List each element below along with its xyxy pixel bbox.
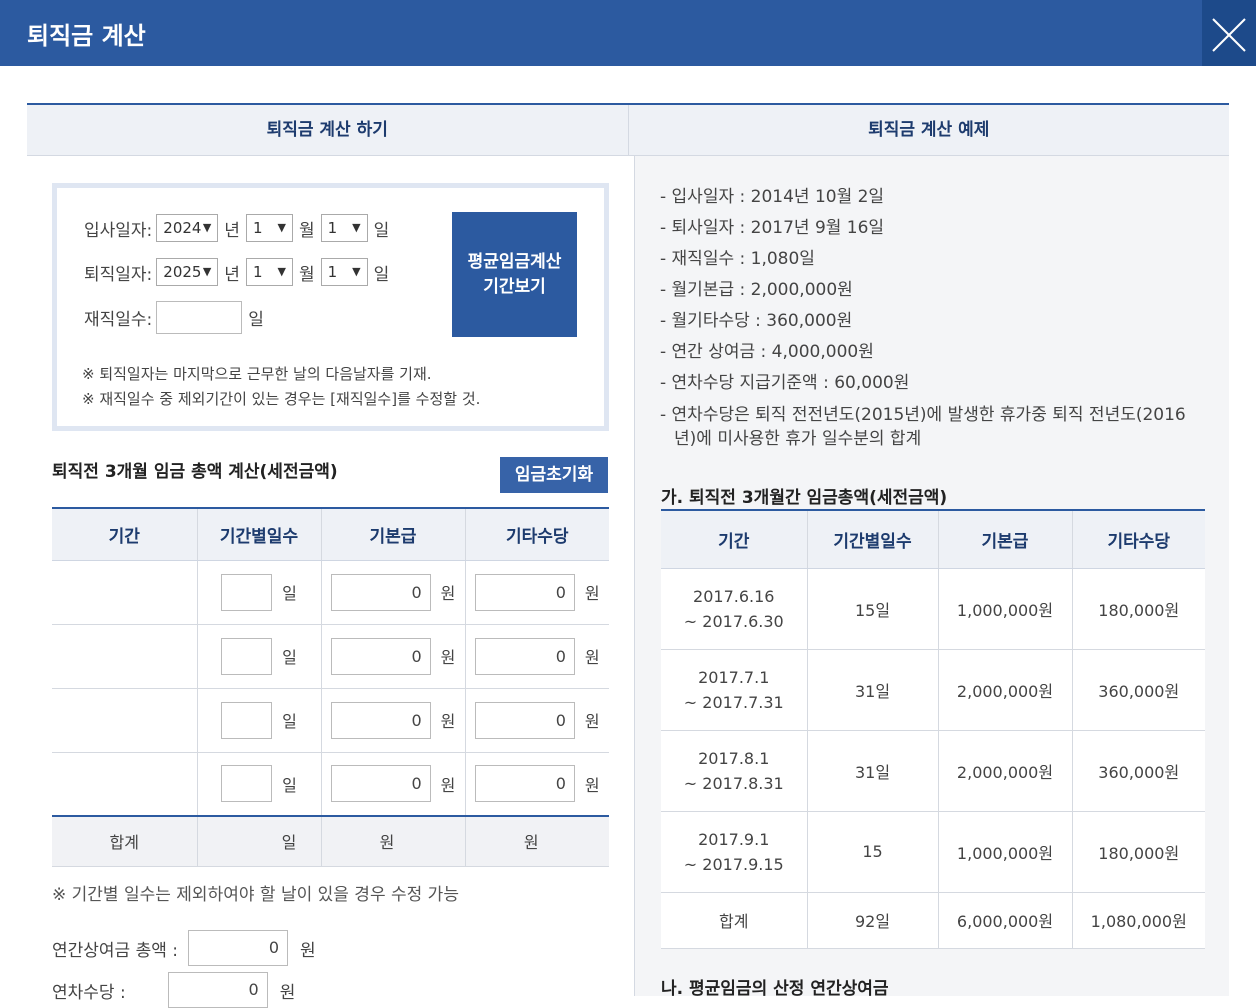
- table-row: 2017.8.1 ~ 2017.8.31 31일 2,000,000원 360,0…: [661, 730, 1205, 812]
- calculator-panel: 입사일자: 2024 ▼ 년 1 ▼ 월 1 ▼ 일 퇴직일자: 2025 ▼ 년 1 ▼…: [27, 156, 634, 1008]
- leave-pay-label: 연차수당 :: [52, 982, 126, 1003]
- sum-row: 합계 92일 6,000,000원 1,080,000원: [661, 892, 1205, 949]
- table-row: 일 0원 0원: [52, 688, 609, 753]
- list-item: - 월기타수당 : 360,000원: [660, 311, 853, 331]
- col-days: 기간별일수: [196, 507, 321, 561]
- close-icon: [1212, 18, 1246, 52]
- chevron-down-icon: ▼: [352, 221, 361, 234]
- leave-date-row: 퇴직일자: 2025 ▼ 년 1 ▼ 월 1 ▼ 일: [84, 256, 395, 288]
- modal-header: 퇴직금 계산: [0, 0, 1256, 66]
- days-input[interactable]: [221, 637, 273, 675]
- sum-row: 합계 일 원 원: [52, 815, 609, 867]
- example-list: - 입사일자 : 2014년 10월 2일 - 퇴사일자 : 2017년 9월 …: [660, 182, 1205, 451]
- chevron-down-icon: ▼: [277, 221, 286, 234]
- wage-table: 기간 기간별일수 기본급 기타수당 일 0원 0원 일 0원 0원 일 0원 0…: [52, 507, 609, 867]
- bonus-label: 연간상여금 총액 :: [52, 940, 179, 961]
- tab-bar: 퇴직금 계산 하기 퇴직금 계산 예제: [27, 103, 1229, 156]
- list-item: - 입사일자 : 2014년 10월 2일: [660, 187, 885, 207]
- sum-base: 원: [320, 815, 465, 867]
- table-row: 2017.9.1 ~ 2017.9.15 15 1,000,000원 180,00…: [661, 811, 1205, 893]
- chevron-down-icon: ▼: [202, 265, 212, 278]
- tab-example[interactable]: 퇴직금 계산 예제: [627, 105, 1229, 156]
- table-row: 일 0원 0원: [52, 752, 609, 817]
- days-input[interactable]: [221, 701, 273, 739]
- tenure-row: 재직일수: 일: [84, 300, 270, 334]
- leave-pay-input[interactable]: 0: [167, 972, 268, 1008]
- hire-day-select[interactable]: 1 ▼: [320, 214, 368, 242]
- col-days: 기간별일수: [806, 509, 938, 569]
- days-input[interactable]: [221, 765, 273, 803]
- base-input[interactable]: 0: [330, 637, 431, 675]
- other-input[interactable]: 0: [474, 637, 575, 675]
- leave-pay-row: 연차수당 : 0 원: [52, 972, 295, 1008]
- list-item: - 연간 상여금 : 4,000,000원: [660, 342, 874, 362]
- period-cell: [52, 752, 197, 817]
- period-cell: [52, 560, 197, 625]
- note-tenure: ※ 재직일수 중 제외기간이 있는 경우는 [재직일수]를 수정할 것.: [82, 390, 481, 408]
- example-section-a-title: 가. 퇴직전 3개월간 임금총액(세전금액): [661, 488, 948, 508]
- list-item: - 연차수당은 퇴직 전전년도(2015년)에 발생한 휴가중 퇴직 전년도(2…: [660, 405, 1186, 449]
- note-leave-date: ※ 퇴직일자는 마지막으로 근무한 날의 다음날자를 기재.: [82, 365, 432, 383]
- view-average-wage-period-button[interactable]: 평균임금계산 기간보기: [452, 212, 577, 337]
- leave-month-select[interactable]: 1 ▼: [245, 258, 293, 286]
- wage-section-title: 퇴직전 3개월 임금 총액 계산(세전금액): [52, 462, 338, 482]
- list-item: - 재직일수 : 1,080일: [660, 249, 815, 269]
- table-row: 일 0원 0원: [52, 624, 609, 689]
- list-item: - 월기본급 : 2,000,000원: [660, 280, 853, 300]
- table-row: 2017.7.1 ~ 2017.7.31 31일 2,000,000원 360,0…: [661, 649, 1205, 731]
- other-input[interactable]: 0: [474, 573, 575, 611]
- sum-days: 일: [196, 815, 321, 867]
- chevron-down-icon: ▼: [352, 265, 361, 278]
- period-cell: [52, 688, 197, 753]
- base-input[interactable]: 0: [330, 765, 431, 803]
- sum-other: 원: [464, 815, 609, 867]
- period-days-note: ※ 기간별 일수는 제외하여야 할 날이 있을 경우 수정 가능: [52, 885, 459, 905]
- leave-day-select[interactable]: 1 ▼: [320, 258, 368, 286]
- bonus-row: 연간상여금 총액 : 0 원: [52, 930, 316, 966]
- list-item: - 퇴사일자 : 2017년 9월 16일: [660, 218, 885, 238]
- tab-calculate[interactable]: 퇴직금 계산 하기: [27, 105, 628, 156]
- days-input[interactable]: [221, 573, 273, 611]
- table-row: 일 0원 0원: [52, 560, 609, 625]
- other-input[interactable]: 0: [474, 701, 575, 739]
- close-button[interactable]: [1202, 0, 1256, 66]
- hire-date-label: 입사일자:: [84, 220, 153, 241]
- col-base: 기본급: [937, 509, 1072, 569]
- hire-year-select[interactable]: 2024 ▼: [156, 214, 219, 242]
- col-other: 기타수당: [464, 507, 609, 561]
- example-table: 기간 기간별일수 기본급 기타수당 2017.6.16 ~ 2017.6.30 1…: [661, 509, 1205, 949]
- hire-date-row: 입사일자: 2024 ▼ 년 1 ▼ 월 1 ▼ 일: [84, 212, 395, 244]
- leave-date-label: 퇴직일자:: [84, 264, 153, 285]
- col-period: 기간: [661, 509, 807, 569]
- leave-year-select[interactable]: 2025 ▼: [156, 258, 219, 286]
- chevron-down-icon: ▼: [277, 265, 286, 278]
- chevron-down-icon: ▼: [202, 221, 212, 234]
- reset-wage-button[interactable]: 임금초기화: [500, 457, 608, 493]
- col-base: 기본급: [320, 507, 465, 561]
- table-row: 2017.6.16 ~ 2017.6.30 15일 1,000,000원 180,…: [661, 568, 1205, 650]
- date-box: 입사일자: 2024 ▼ 년 1 ▼ 월 1 ▼ 일 퇴직일자: 2025 ▼ 년 1 ▼…: [52, 183, 609, 431]
- example-section-b-title: 나. 평균임금의 산정 연간상여금: [661, 979, 889, 999]
- example-panel: - 입사일자 : 2014년 10월 2일 - 퇴사일자 : 2017년 9월 …: [634, 156, 1229, 999]
- other-input[interactable]: 0: [474, 765, 575, 803]
- base-input[interactable]: 0: [330, 573, 431, 611]
- hire-month-select[interactable]: 1 ▼: [245, 214, 293, 242]
- tenure-label: 재직일수:: [84, 309, 153, 330]
- modal-title: 퇴직금 계산: [27, 22, 146, 50]
- sum-label: 합계: [52, 815, 197, 867]
- col-other: 기타수당: [1071, 509, 1205, 569]
- list-item: - 연차수당 지급기준액 : 60,000원: [660, 373, 910, 393]
- base-input[interactable]: 0: [330, 701, 431, 739]
- tenure-input[interactable]: [156, 300, 243, 334]
- period-cell: [52, 624, 197, 689]
- col-period: 기간: [52, 507, 197, 561]
- bonus-input[interactable]: 0: [188, 930, 289, 966]
